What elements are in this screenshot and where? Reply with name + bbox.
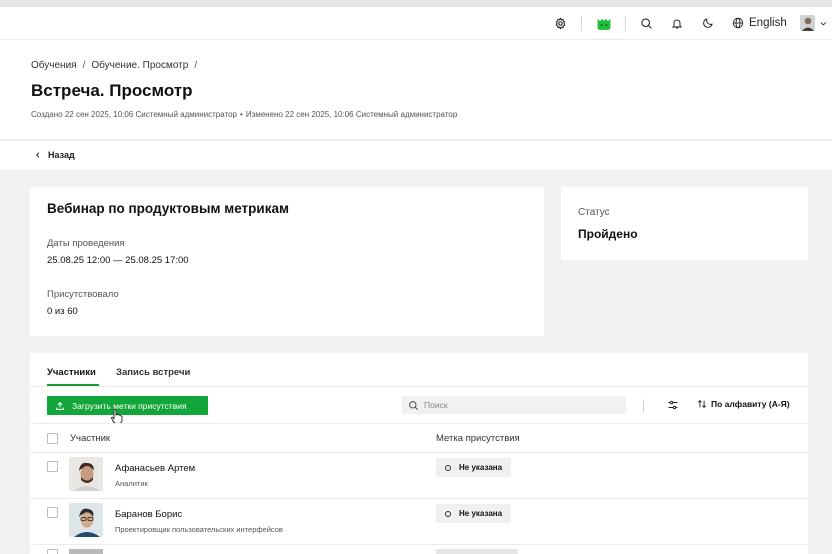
window-top-strip — [0, 0, 832, 7]
breadcrumb-item-training-view[interactable]: Обучение. Просмотр — [91, 60, 188, 71]
participant-name: Афанасьев Артем — [115, 463, 196, 474]
table-header: Участник Метка присутствия — [30, 423, 808, 453]
upload-label: Загрузить метки присутствия — [72, 400, 187, 411]
status-dot-icon — [445, 464, 451, 471]
page-title: Встреча. Просмотр — [31, 81, 193, 100]
bell-icon[interactable] — [669, 7, 685, 39]
dates-label: Даты проведения — [47, 238, 125, 249]
breadcrumb-item-trainings[interactable]: Обучения — [31, 60, 77, 71]
participant-avatar — [69, 503, 103, 537]
breadcrumb-separator: / — [194, 60, 198, 71]
page-header: Обучения / Обучение. Просмотр / Встреча.… — [0, 40, 832, 139]
status-label: Статус — [578, 207, 610, 218]
participant-role: Аналитик — [115, 479, 148, 488]
back-label: Назад — [48, 150, 75, 160]
table-row-partial — [30, 547, 808, 554]
table-row[interactable]: Баранов Борис Проектировщик пользователь… — [30, 499, 808, 545]
participant-avatar — [69, 457, 103, 491]
participant-name: Баранов Борис — [115, 509, 183, 520]
back-bar: Назад — [0, 140, 832, 170]
search-placeholder: Поиск — [424, 400, 448, 410]
toolbar-divider — [643, 399, 644, 413]
participant-role: Проектировщик пользовательских интерфейс… — [115, 525, 283, 534]
attendance-status-label: Не указана — [459, 509, 503, 518]
filter-icon[interactable] — [667, 398, 679, 416]
meta-bullet: • — [240, 110, 243, 119]
column-header-participant: Участник — [70, 433, 111, 444]
status-value: Пройдено — [578, 227, 638, 241]
tab-participants[interactable]: Участники — [47, 367, 96, 378]
language-selector[interactable]: English — [732, 7, 790, 39]
row-checkbox[interactable] — [47, 461, 58, 472]
row-checkbox[interactable] — [47, 507, 58, 518]
globe-icon — [732, 17, 744, 29]
search-icon — [409, 400, 418, 410]
back-button[interactable]: Назад — [34, 150, 75, 160]
top-bar: English — [0, 7, 832, 40]
search-input[interactable]: Поиск — [402, 396, 626, 414]
gear-icon[interactable] — [551, 7, 569, 39]
attendance-status-badge[interactable]: Не указана — [436, 504, 512, 523]
tab-bar: Участники Запись встречи — [30, 353, 808, 387]
event-title: Вебинар по продуктовым метрикам — [47, 201, 289, 216]
modified-info: Изменено 22 сен 2025, 10:06 Системный ад… — [245, 110, 458, 119]
participant-avatar — [69, 549, 103, 554]
page-meta: Создано 22 сен 2025, 10:06 Системный адм… — [31, 110, 457, 119]
active-tab-indicator — [47, 384, 99, 386]
attended-label: Присутствовало — [47, 289, 119, 300]
attendance-status-badge — [436, 549, 518, 554]
topbar-divider — [625, 16, 626, 31]
select-all-checkbox[interactable] — [47, 433, 58, 444]
participants-panel: Участники Запись встречи Загрузить метки… — [30, 353, 808, 554]
sort-label: По алфавиту (А-Я) — [711, 399, 790, 409]
attendance-status-label: Не указана — [459, 463, 503, 472]
upload-attendance-button[interactable]: Загрузить метки присутствия — [47, 396, 208, 415]
table-row[interactable]: Афанасьев Артем Аналитик Не указана — [30, 453, 808, 499]
avatar — [800, 15, 816, 31]
upload-icon — [56, 401, 64, 410]
topbar-divider — [581, 16, 582, 31]
column-header-attendance: Метка присутствия — [436, 433, 520, 444]
sort-icon — [697, 400, 707, 408]
breadcrumb: Обучения / Обучение. Просмотр / — [31, 60, 197, 71]
breadcrumb-separator: / — [82, 60, 86, 71]
chevron-left-icon — [35, 152, 40, 158]
sort-button[interactable]: По алфавиту (А-Я) — [697, 399, 790, 409]
app-logo-icon[interactable] — [594, 7, 614, 39]
row-checkbox[interactable] — [47, 549, 58, 554]
created-info: Создано 22 сен 2025, 10:06 Системный адм… — [31, 110, 237, 119]
status-dot-icon — [445, 510, 451, 517]
search-icon[interactable] — [638, 7, 654, 39]
attendance-status-badge[interactable]: Не указана — [436, 458, 512, 477]
status-card: Статус Пройдено — [561, 187, 808, 260]
tab-recording[interactable]: Запись встречи — [116, 367, 190, 378]
attended-value: 0 из 60 — [47, 306, 78, 317]
moon-icon[interactable] — [700, 7, 716, 39]
event-card: Вебинар по продуктовым метрикам Даты про… — [30, 187, 544, 336]
user-menu[interactable] — [800, 7, 828, 39]
language-label: English — [749, 17, 787, 29]
chevron-down-icon — [820, 21, 827, 26]
dates-value: 25.08.25 12:00 — 25.08.25 17:00 — [47, 255, 189, 266]
